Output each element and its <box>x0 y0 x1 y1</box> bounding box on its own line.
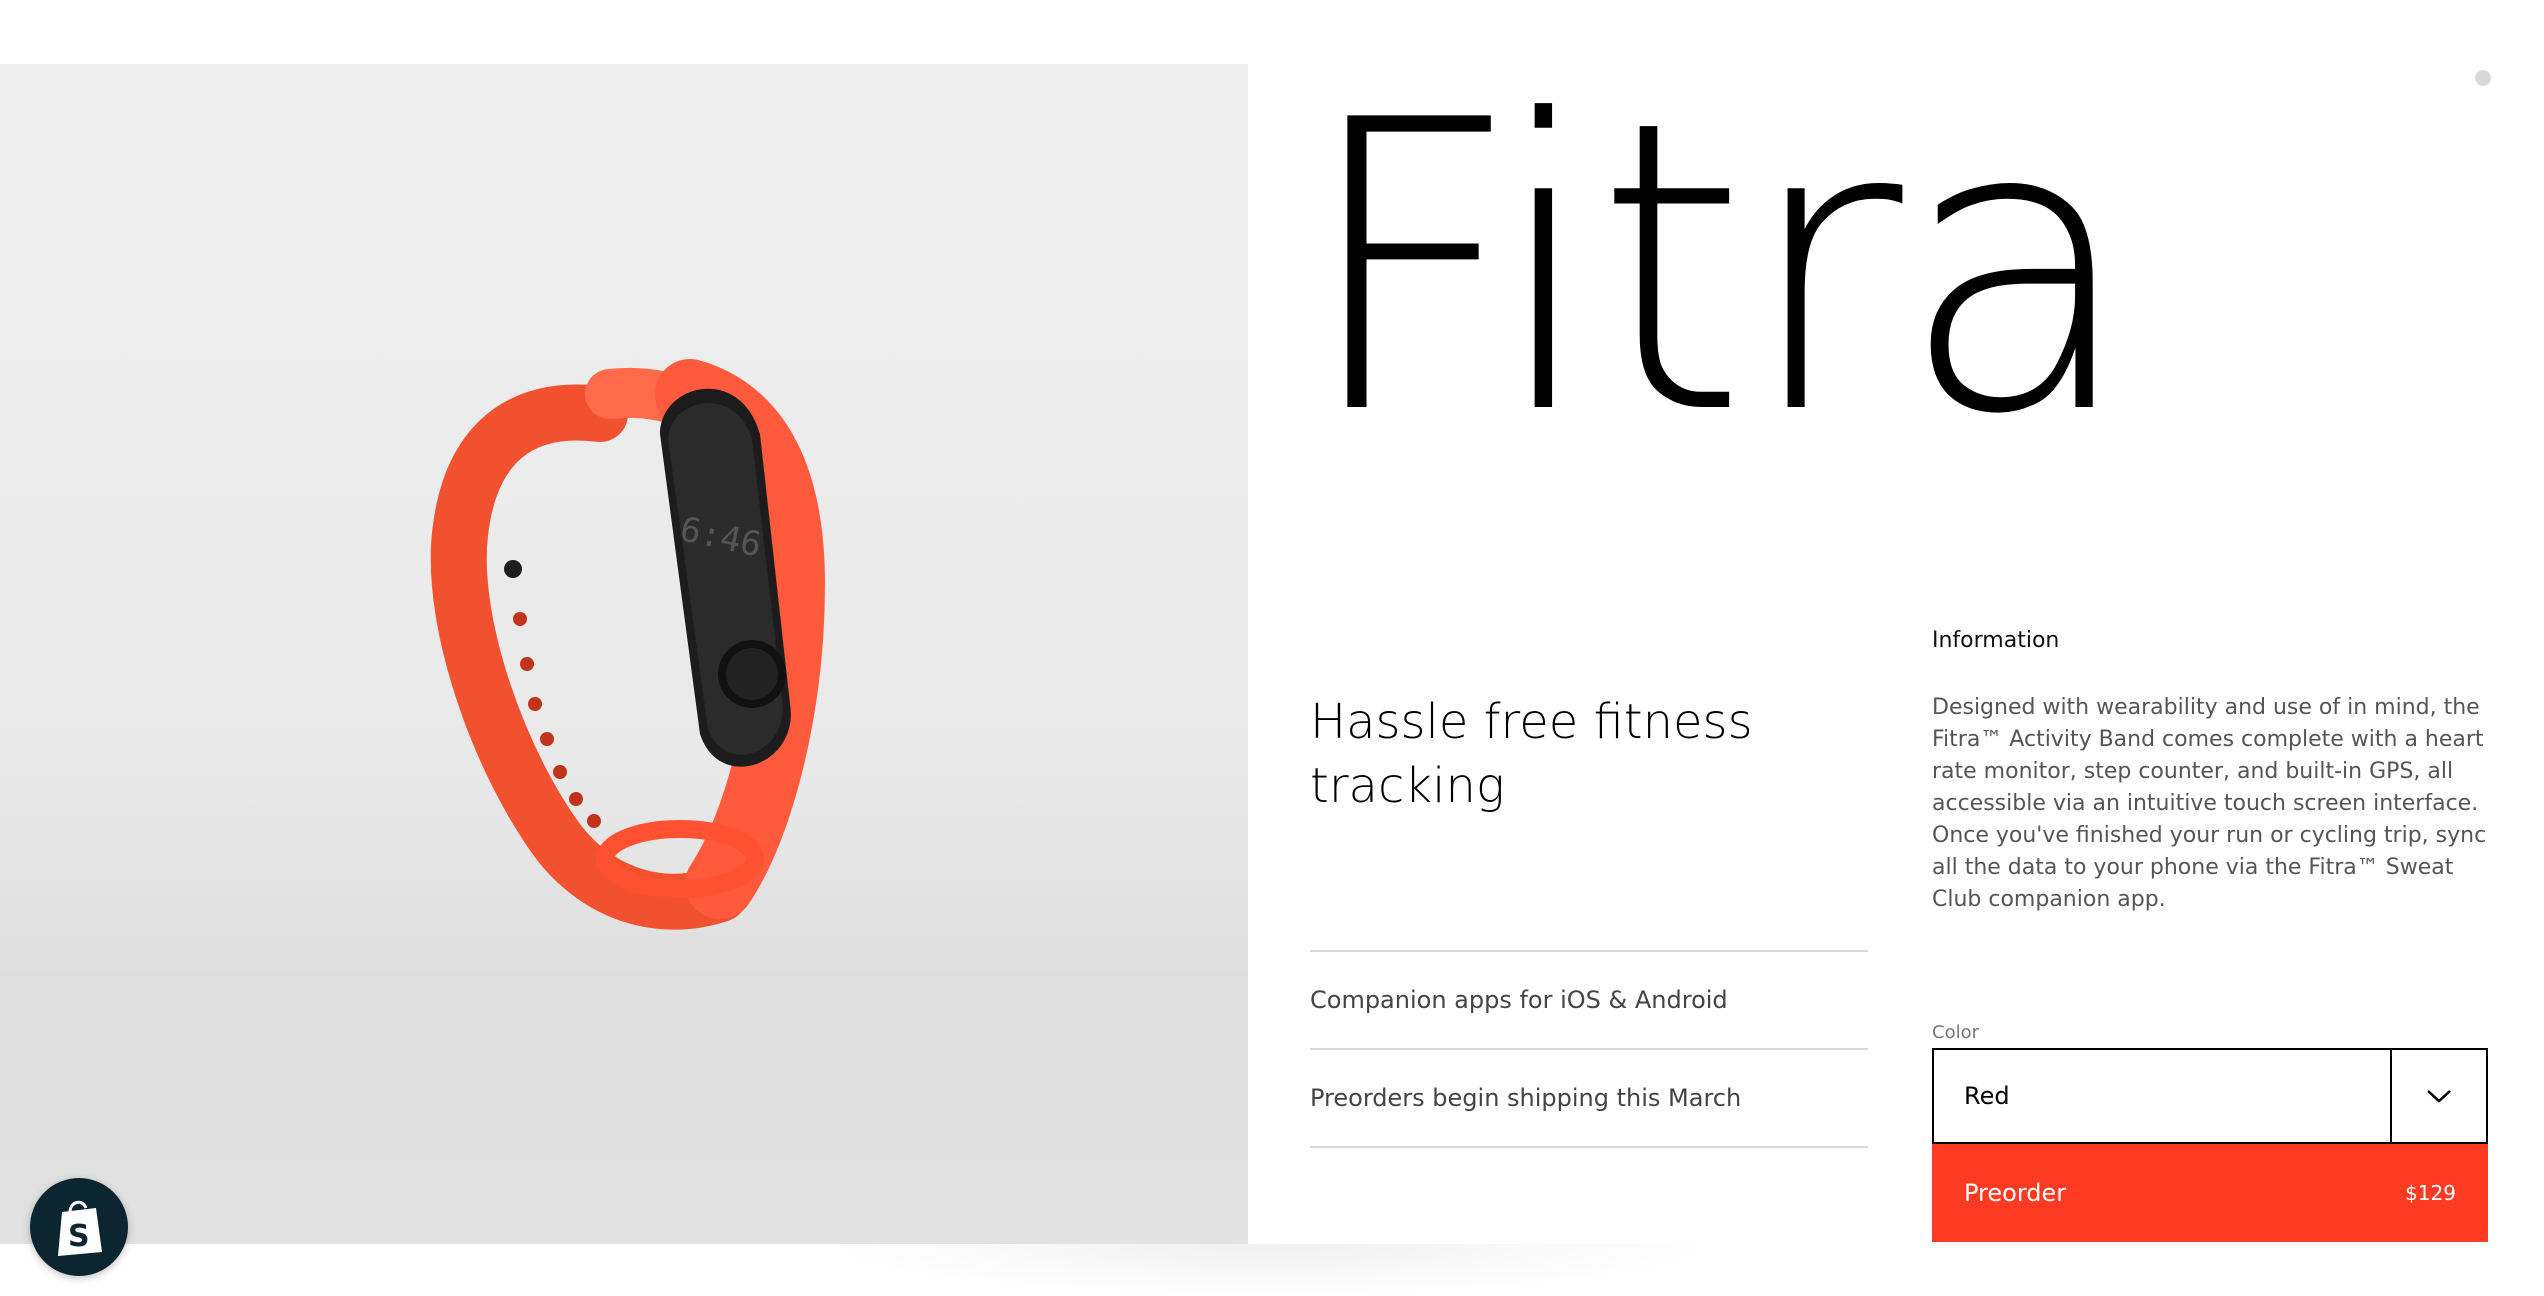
feature-list: Companion apps for iOS & Android Preorde… <box>1310 950 1868 1148</box>
svg-text:S: S <box>68 1219 90 1254</box>
chevron-down-icon <box>2427 1090 2451 1103</box>
preorder-label: Preorder <box>1964 1179 2067 1207</box>
fitness-band-image: 6:46 <box>430 359 826 930</box>
color-select[interactable]: Red <box>1932 1048 2488 1144</box>
product-title: Fitra <box>1300 37 2137 502</box>
page-indicator-dot[interactable] <box>2475 70 2491 86</box>
color-label: Color <box>1932 1022 1979 1043</box>
shadow-decoration <box>820 1244 1720 1296</box>
color-selected-value[interactable]: Red <box>1934 1050 2390 1142</box>
information-heading: Information <box>1932 628 2060 653</box>
shopify-badge[interactable]: S <box>30 1178 128 1276</box>
product-tagline: Hassle free fitness tracking <box>1310 694 1753 814</box>
shopify-bag-icon: S <box>58 1200 102 1256</box>
product-image: 6:46 <box>0 64 1248 1244</box>
feature-item: Companion apps for iOS & Android <box>1310 952 1868 1050</box>
information-body: Designed with wearability and use of in … <box>1932 695 2487 912</box>
preorder-button[interactable]: Preorder $129 <box>1932 1144 2488 1242</box>
feature-item: Preorders begin shipping this March <box>1310 1050 1868 1148</box>
preorder-price: $129 <box>2405 1181 2456 1205</box>
color-select-toggle[interactable] <box>2390 1050 2486 1142</box>
